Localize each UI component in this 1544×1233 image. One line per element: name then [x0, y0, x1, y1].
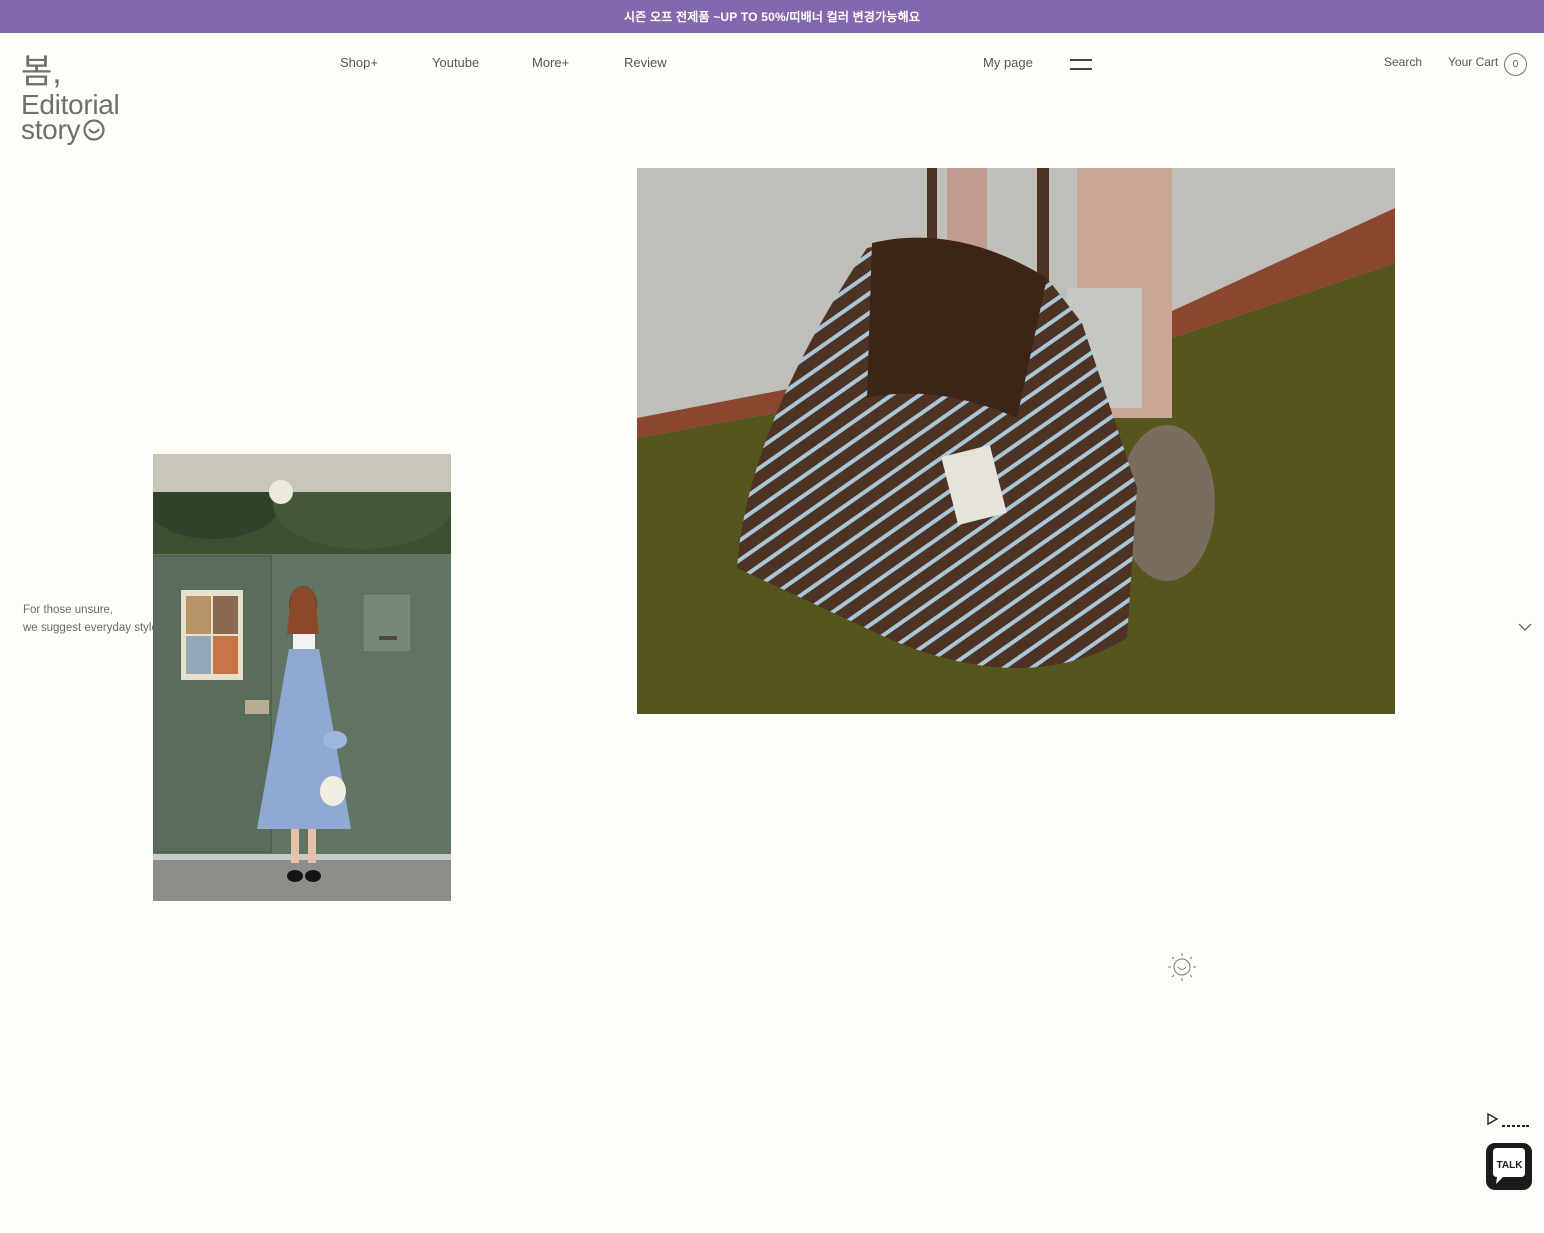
- bag-photo-illustration: [637, 168, 1395, 714]
- nav-item-more[interactable]: More+: [532, 55, 569, 70]
- promo-banner[interactable]: 시즌 오프 전제품 ~UP TO 50%/띠배너 컬러 변경가능해요: [0, 0, 1544, 33]
- page: 시즌 오프 전제품 ~UP TO 50%/띠배너 컬러 변경가능해요 봄, Ed…: [0, 0, 1544, 1233]
- nav-item-my-page[interactable]: My page: [983, 55, 1033, 70]
- logo-line-3: story: [21, 114, 81, 145]
- menu-icon[interactable]: [1070, 57, 1092, 71]
- nav-item-shop[interactable]: Shop+: [340, 55, 378, 70]
- model-photo[interactable]: [153, 454, 451, 901]
- site-logo[interactable]: 봄, Editorial story: [21, 52, 120, 145]
- sun-icon: [1168, 953, 1196, 981]
- bag-photo[interactable]: [637, 168, 1395, 714]
- search-link[interactable]: Search: [1384, 55, 1422, 69]
- model-photo-illustration: [153, 454, 451, 901]
- hero-caption-line-2: we suggest everyday style: [23, 622, 158, 634]
- play-icon[interactable]: [1486, 1112, 1530, 1130]
- hero-caption: For those unsure, we suggest everyday st…: [23, 601, 158, 637]
- logo-line-3-wrap: story: [21, 114, 119, 145]
- kakao-talk-button[interactable]: TALK: [1486, 1143, 1532, 1190]
- talk-label: TALK: [1496, 1160, 1523, 1171]
- cart-count-badge[interactable]: 0: [1504, 53, 1527, 76]
- hero-caption-line-1: For those unsure,: [23, 604, 114, 616]
- promo-banner-text: 시즌 오프 전제품 ~UP TO 50%/띠배너 컬러 변경가능해요: [623, 10, 921, 24]
- cart-link[interactable]: Your Cart: [1448, 55, 1498, 69]
- nav-item-review[interactable]: Review: [624, 55, 667, 70]
- nav-item-youtube[interactable]: Youtube: [432, 55, 479, 70]
- chevron-down-icon[interactable]: [1518, 622, 1532, 632]
- smiley-icon: [83, 119, 105, 141]
- logo-line-1: 봄,: [21, 53, 62, 91]
